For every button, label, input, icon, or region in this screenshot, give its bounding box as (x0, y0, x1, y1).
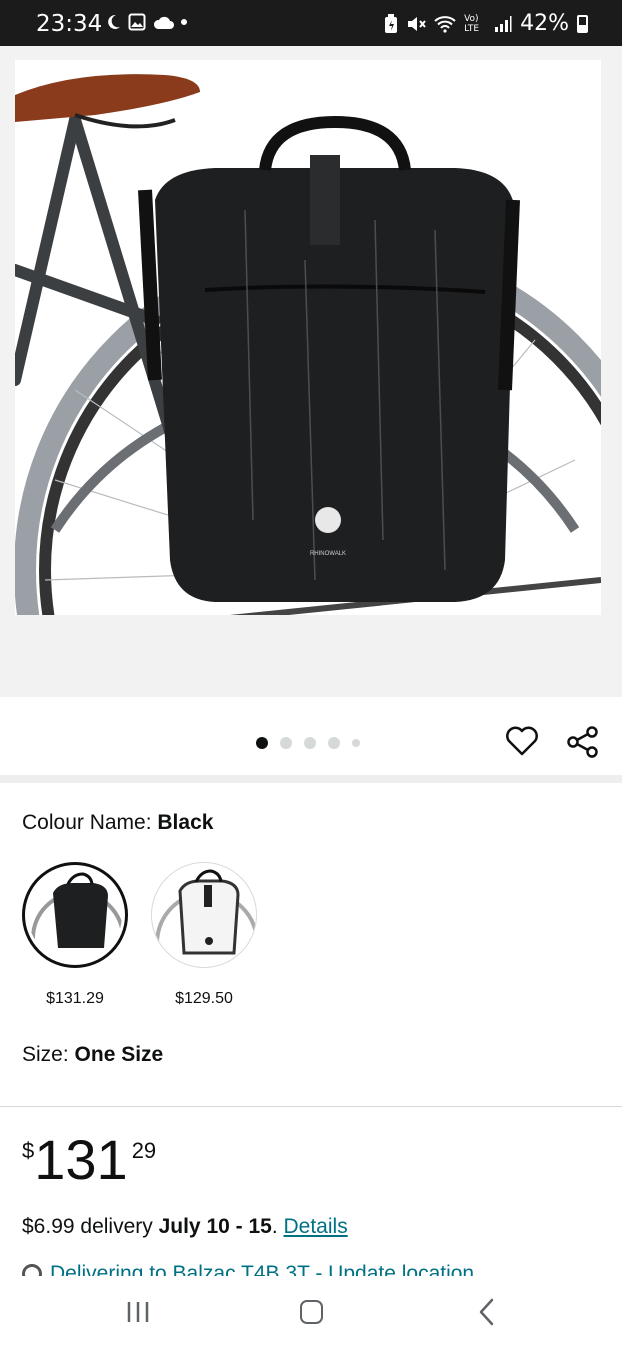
swatch-black[interactable] (22, 862, 128, 968)
carousel-dot-1[interactable] (256, 737, 268, 749)
cloud-icon (153, 16, 174, 29)
swatch-white-image (152, 863, 256, 967)
colour-value: Black (157, 811, 214, 834)
size-label: Size: One Size (22, 1043, 163, 1067)
carousel-dot-5[interactable] (352, 739, 360, 747)
location-text[interactable]: Delivering to Balzac T4B 3T - Update loc… (50, 1262, 474, 1276)
image-icon (128, 13, 146, 31)
back-icon[interactable] (478, 1298, 496, 1326)
delivery-suffix: . (271, 1215, 284, 1238)
pannier-bag-image: RHINOWALK (15, 74, 601, 615)
share-icon[interactable] (566, 725, 600, 759)
colour-label-text: Colour Name: (22, 811, 158, 834)
price-fraction: 29 (131, 1138, 157, 1163)
brand-logo-text: RHINOWALK (310, 551, 346, 557)
size-value: One Size (74, 1043, 164, 1066)
carousel-dots[interactable] (256, 737, 360, 749)
status-left-icons (104, 13, 188, 31)
status-bar: 23:34 Vo) LTE 42% (0, 0, 622, 46)
delivery-dates: July 10 - 15 (158, 1215, 272, 1238)
signal-icon (495, 15, 512, 32)
battery-percent: 42% (520, 11, 569, 36)
carousel-dot-3[interactable] (304, 737, 316, 749)
battery-saver-icon (385, 13, 398, 33)
mute-icon (408, 16, 426, 31)
colour-label: Colour Name: Black (22, 811, 213, 835)
delivery-info: $6.99 delivery July 10 - 15. Details (22, 1215, 348, 1239)
swatch-black-price: $131.29 (46, 990, 104, 1007)
wifi-icon (434, 15, 456, 33)
size-label-text: Size: (22, 1043, 75, 1066)
product-image-area[interactable]: RHINOWALK (0, 46, 622, 697)
home-icon[interactable] (300, 1300, 323, 1324)
battery-icon (577, 14, 588, 33)
carousel-dot-2[interactable] (280, 737, 292, 749)
price: $ 131 29 (22, 1132, 156, 1188)
swatch-white-price: $129.50 (175, 990, 233, 1007)
moon-icon (108, 14, 120, 29)
swatch-white[interactable] (151, 862, 257, 968)
section-divider (0, 775, 622, 783)
volte-label: Vo) LTE (464, 13, 480, 34)
swatch-black-image (28, 868, 122, 962)
system-nav-bar (0, 1276, 622, 1347)
dot-icon (181, 19, 187, 25)
location-pin-icon (22, 1264, 42, 1276)
delivery-details-link[interactable]: Details (284, 1215, 348, 1238)
price-divider (0, 1106, 622, 1107)
delivery-prefix: $6.99 delivery (22, 1215, 159, 1238)
location-row[interactable]: Delivering to Balzac T4B 3T - Update loc… (22, 1262, 622, 1276)
heart-icon[interactable] (505, 725, 539, 757)
status-time: 23:34 (36, 11, 103, 37)
recent-apps-icon[interactable] (126, 1301, 150, 1323)
price-whole: 131 (34, 1128, 128, 1191)
carousel-row (0, 697, 622, 775)
status-right-icons: Vo) LTE 42% (384, 11, 588, 36)
product-photo[interactable]: RHINOWALK (15, 60, 601, 615)
carousel-dot-4[interactable] (328, 737, 340, 749)
price-symbol: $ (22, 1138, 35, 1163)
